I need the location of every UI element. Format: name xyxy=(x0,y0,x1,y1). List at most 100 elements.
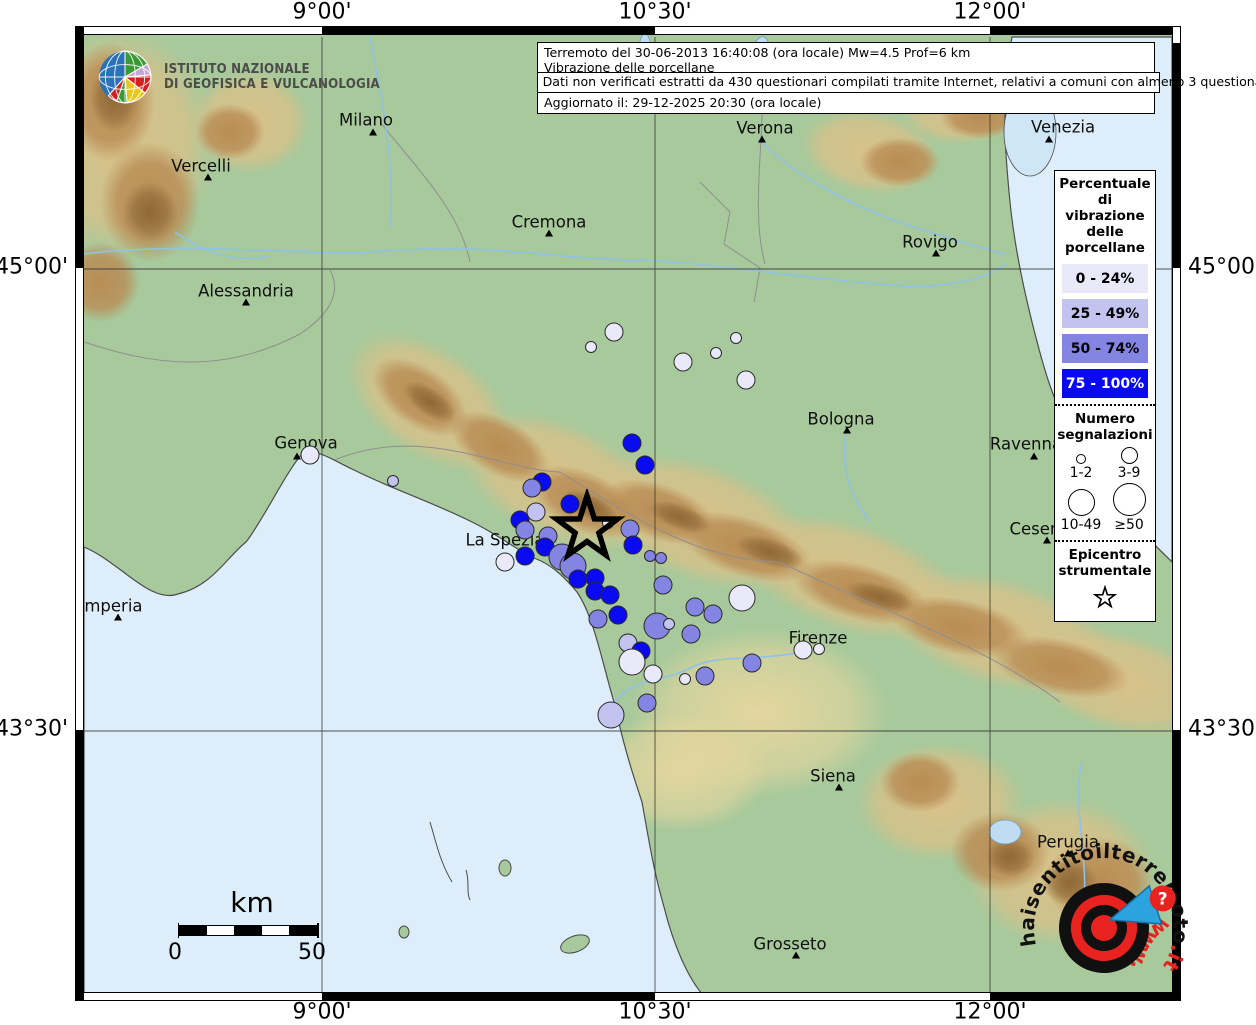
intensity-point xyxy=(589,610,608,629)
intensity-point xyxy=(743,654,762,673)
intensity-point xyxy=(696,667,715,686)
ingv-logo-text: ISTITUTO NAZIONALE DI GEOFISICA E VULCAN… xyxy=(164,62,380,93)
intensity-point xyxy=(710,347,722,359)
event-disclaimer: Dati non verificati estratti da 430 ques… xyxy=(543,75,1154,90)
intensity-point xyxy=(619,649,646,676)
intensity-point xyxy=(730,332,742,344)
size-circle-icon xyxy=(1121,447,1138,464)
axis-bottom-1030: 10°30' xyxy=(618,1000,691,1025)
intensity-point xyxy=(301,446,320,465)
intensity-point xyxy=(516,521,535,540)
frame-left xyxy=(75,26,84,1001)
intensity-point xyxy=(387,475,399,487)
city-label-vercelli: Vercelli xyxy=(171,157,231,176)
city-label-ravenna: Ravenna xyxy=(990,435,1062,454)
intensity-point xyxy=(585,341,597,353)
size-circle-icon xyxy=(1068,489,1095,516)
axis-right-4330: 43°30' xyxy=(1188,717,1256,742)
star-icon xyxy=(1092,585,1118,611)
axis-top-12: 12°00' xyxy=(953,0,1026,25)
scale-unit: km xyxy=(176,886,328,919)
size-circle-icon xyxy=(1076,454,1086,464)
frame-top xyxy=(75,26,1181,35)
intensity-point xyxy=(655,552,667,564)
intensity-point xyxy=(496,553,515,572)
city-label-grosseto: Grosseto xyxy=(753,935,826,954)
intensity-point xyxy=(636,456,655,475)
intensity-point xyxy=(638,694,657,713)
legend-size-2: 10-49 xyxy=(1057,489,1105,533)
legend-epicenter-star xyxy=(1055,581,1155,621)
size-label: 10-49 xyxy=(1061,517,1102,533)
axis-left-4330: 43°30' xyxy=(0,717,68,742)
axis-top-9: 9°00' xyxy=(292,0,351,25)
city-label-alessandria: Alessandria xyxy=(198,282,294,301)
legend-class-1: 25 - 49% xyxy=(1062,299,1148,328)
scale-bar: km 0 50 xyxy=(168,886,328,965)
intensity-point xyxy=(644,665,663,684)
intensity-point xyxy=(679,673,691,685)
legend-size-0: 1-2 xyxy=(1057,454,1105,481)
intensity-point xyxy=(623,434,642,453)
axis-left-45: 45°00' xyxy=(0,255,68,280)
intensity-point xyxy=(605,323,624,342)
legend-separator xyxy=(1055,404,1155,406)
city-label-milano: Milano xyxy=(339,111,393,130)
legend-size-classes: 1-2 3-9 10-49 ≥50 xyxy=(1055,445,1155,537)
city-label-bologna: Bologna xyxy=(807,410,874,429)
map-canvas: Milano Verona Venezia Vercelli Cremona Rovigo… xyxy=(84,35,1172,992)
city-label-venezia: Venezia xyxy=(1031,118,1095,137)
legend-epicenter-title: Epicentro strumentale xyxy=(1055,545,1155,581)
size-label: 1-2 xyxy=(1070,465,1093,481)
intensity-point xyxy=(813,643,825,655)
scale-start: 0 xyxy=(168,940,182,965)
intensity-point xyxy=(729,585,756,612)
logo-question-mark: ? xyxy=(1158,889,1168,909)
scale-bar-segments xyxy=(178,925,318,936)
legend-size-3: ≥50 xyxy=(1105,483,1153,533)
city-label-imperia: Imperia xyxy=(84,597,143,616)
intensity-point xyxy=(654,576,673,595)
intensity-point xyxy=(516,547,535,566)
legend-percent-title: Percentuale di vibrazione delle porcella… xyxy=(1055,171,1155,258)
city-label-siena: Siena xyxy=(810,767,856,786)
event-info-box: Terremoto del 30-06-2013 16:40:08 (ora l… xyxy=(537,42,1155,114)
city-label-rovigo: Rovigo xyxy=(902,233,958,252)
ingv-globe-icon xyxy=(96,48,154,106)
ingv-logo: ISTITUTO NAZIONALE DI GEOFISICA E VULCAN… xyxy=(96,48,409,106)
legend-class-0: 0 - 24% xyxy=(1062,264,1148,293)
event-disclaimer-box: Dati non verificati estratti da 430 ques… xyxy=(537,72,1160,93)
intensity-point xyxy=(609,606,628,625)
city-label-cremona: Cremona xyxy=(512,213,587,232)
size-label: 3-9 xyxy=(1118,465,1141,481)
epicenter-star-icon xyxy=(547,489,627,569)
city-marker-icon xyxy=(1045,136,1053,143)
intensity-point xyxy=(598,702,625,729)
city-marker-icon xyxy=(1030,453,1038,460)
legend-panel: Percentuale di vibrazione delle porcella… xyxy=(1054,170,1156,622)
intensity-point xyxy=(682,625,701,644)
intensity-point xyxy=(794,641,813,660)
intensity-point xyxy=(737,371,756,390)
axis-bottom-9: 9°00' xyxy=(292,1000,351,1025)
city-label-verona: Verona xyxy=(736,119,793,138)
legend-size-1: 3-9 xyxy=(1105,447,1153,481)
terrain-relief xyxy=(84,35,1172,992)
legend-separator-2 xyxy=(1055,540,1155,542)
event-title: Terremoto del 30-06-2013 16:40:08 (ora l… xyxy=(544,46,1148,61)
haisentitoilterremoto-logo: haisentitoilterremoto.it www. ? xyxy=(1014,838,1194,1018)
intensity-point xyxy=(601,586,620,605)
legend-color-classes: 0 - 24% 25 - 49% 50 - 74% 75 - 100% xyxy=(1055,264,1155,398)
city-marker-icon xyxy=(369,129,377,136)
size-circle-icon xyxy=(1113,483,1146,516)
legend-count-title: Numero segnalazioni xyxy=(1055,409,1155,445)
legend-class-3: 75 - 100% xyxy=(1062,369,1148,398)
legend-class-2: 50 - 74% xyxy=(1062,334,1148,363)
axis-top-1030: 10°30' xyxy=(618,0,691,25)
intensity-point xyxy=(674,353,693,372)
scale-end: 50 xyxy=(298,940,326,965)
event-updated: Aggiornato il: 29-12-2025 20:30 (ora loc… xyxy=(544,96,1148,111)
intensity-point xyxy=(523,479,542,498)
size-label: ≥50 xyxy=(1114,517,1144,533)
axis-right-45: 45°00' xyxy=(1188,255,1256,280)
